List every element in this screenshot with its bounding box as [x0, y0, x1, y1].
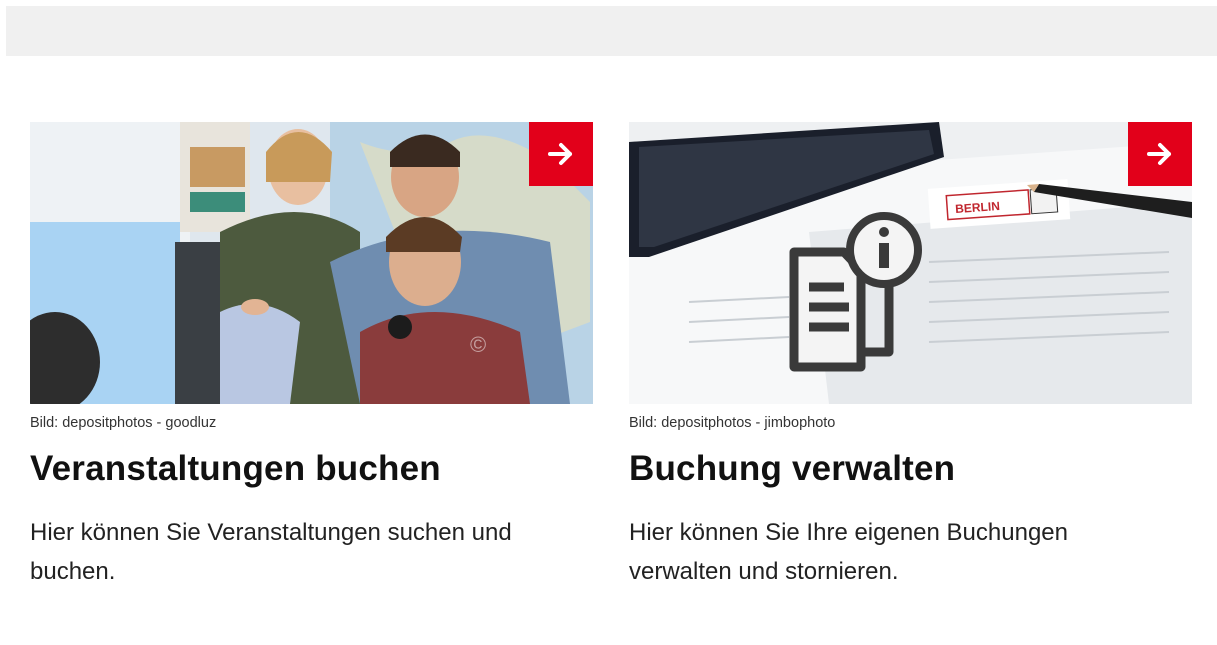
documents-info-image: BERLIN	[629, 122, 1192, 404]
card-image[interactable]: ©	[30, 122, 593, 404]
card-buchung-verwalten[interactable]: BERLIN Bild: depositphotos - jimbophoto …	[629, 122, 1192, 591]
people-at-computer-image: ©	[30, 122, 593, 404]
card-description: Hier können Sie Ihre eigenen Buchungen v…	[629, 519, 1068, 585]
image-credit: Bild: depositphotos - jimbophoto	[629, 415, 836, 431]
arrow-right-icon	[548, 143, 572, 165]
card-image[interactable]: BERLIN	[629, 122, 1192, 404]
card-title[interactable]: Veranstaltungen buchen	[30, 448, 593, 490]
top-bar	[6, 6, 1217, 56]
card-link-button[interactable]	[529, 122, 593, 186]
watermark: ©	[470, 332, 486, 357]
card-title[interactable]: Buchung verwalten	[629, 448, 1192, 490]
card-veranstaltungen-buchen[interactable]: © Bild: depositphotos - goodluz Veransta…	[30, 122, 593, 591]
card-link-button[interactable]	[1128, 122, 1192, 186]
arrow-right-icon	[1147, 143, 1171, 165]
image-credit: Bild: depositphotos - goodluz	[30, 415, 217, 431]
card-description: Hier können Sie Veranstaltungen suchen u…	[30, 519, 512, 585]
